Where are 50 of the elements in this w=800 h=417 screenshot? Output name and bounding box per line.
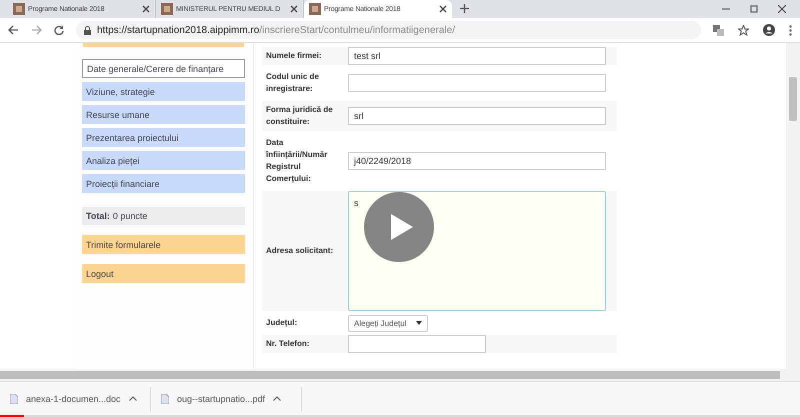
chevron-up-icon[interactable] <box>273 396 282 401</box>
restore-icon[interactable] <box>750 5 758 13</box>
file-icon <box>161 394 169 404</box>
close-icon[interactable] <box>439 5 447 13</box>
download-item[interactable]: anexa-1-documen...doc <box>0 386 151 410</box>
input-field[interactable] <box>348 74 606 92</box>
address-bar[interactable]: https://startupnation2018.aippimm.ro/inscriereStart/contulmeu/informatiigenerale/ <box>76 21 701 39</box>
field-label: Județul: <box>265 317 298 329</box>
field-label: Codul unic de inregistrare: <box>265 71 320 95</box>
back-arrow-icon[interactable] <box>8 25 19 35</box>
sidebar-item[interactable]: Resurse umane <box>82 105 245 124</box>
url-text: https://startupnation2018.aippimm.ro/inscriereStart/contulmeu/informatiigenerale/ <box>97 24 455 36</box>
field-label: Data înființării/Număr Registrul Comerțului: <box>264 137 328 185</box>
sidebar-item[interactable]: Analiza pieței <box>82 151 245 170</box>
vertical-scrollbar[interactable] <box>786 43 800 369</box>
input-field[interactable]: j40/2249/2018 <box>348 152 606 170</box>
input-field[interactable]: test srl <box>348 47 606 65</box>
sidebar-item[interactable]: Date generale/Cerere de finanțare <box>82 59 245 78</box>
close-icon[interactable] <box>778 5 786 13</box>
horizontal-scrollbar[interactable] <box>0 369 800 381</box>
close-icon[interactable] <box>142 5 150 13</box>
chevron-up-icon[interactable] <box>128 396 137 401</box>
lock-icon <box>84 26 91 34</box>
field-label: Numele firmei: <box>265 50 323 62</box>
county-dropdown[interactable]: Alegeți Județul <box>348 314 428 332</box>
reload-icon[interactable] <box>54 25 64 35</box>
input-field[interactable] <box>348 335 486 353</box>
favicon-icon <box>13 3 25 15</box>
play-icon <box>391 214 413 240</box>
file-icon <box>10 394 18 404</box>
translate-icon[interactable] <box>713 24 724 36</box>
sidebar-item[interactable]: Viziune, strategie <box>82 82 245 101</box>
sidebar-button[interactable]: Logout <box>82 264 245 283</box>
more-menu-icon[interactable] <box>789 24 792 36</box>
input-field[interactable]: srl <box>348 107 606 125</box>
total-score: Total: 0 puncte <box>82 207 245 225</box>
field-label: Forma juridică de constituire: <box>265 104 334 128</box>
field-label: Nr. Telefon: <box>265 338 310 350</box>
close-icon[interactable] <box>290 5 298 13</box>
caret-icon <box>416 321 422 325</box>
field-label: Adresa solicitant: <box>265 245 334 257</box>
favicon-icon <box>161 3 173 15</box>
download-item[interactable]: oug--startupnatio...pdf <box>151 386 302 410</box>
sidebar-button[interactable]: Trimite formularele <box>82 235 245 254</box>
sidebar-item[interactable]: Proiecții financiare <box>82 174 245 193</box>
star-icon[interactable] <box>738 24 749 36</box>
sidebar-item[interactable]: Prezentarea proiectului <box>82 128 245 147</box>
favicon-icon <box>309 3 321 15</box>
new-tab-icon[interactable] <box>460 4 469 13</box>
profile-icon[interactable] <box>763 24 775 36</box>
